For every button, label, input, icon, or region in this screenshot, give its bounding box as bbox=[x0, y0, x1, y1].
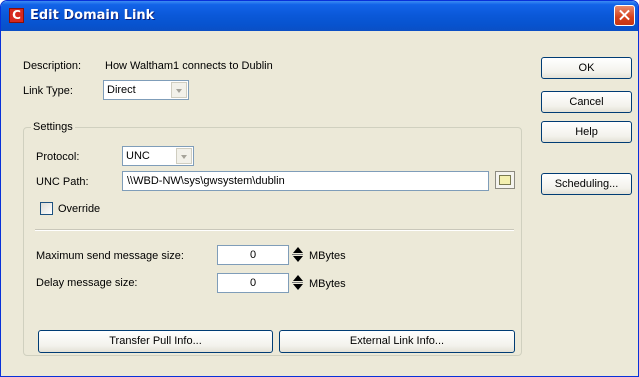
title-bar[interactable]: C Edit Domain Link bbox=[1, 1, 638, 31]
edit-domain-link-dialog: C Edit Domain Link Description: How Walt… bbox=[0, 0, 639, 377]
description-value: How Waltham1 connects to Dublin bbox=[105, 60, 273, 72]
close-button[interactable] bbox=[614, 5, 635, 26]
protocol-select[interactable]: UNC bbox=[122, 146, 194, 166]
link-type-label: Link Type: bbox=[23, 85, 73, 97]
spin-up-icon[interactable] bbox=[293, 247, 303, 253]
link-type-select[interactable]: Direct bbox=[103, 80, 189, 100]
override-checkbox[interactable] bbox=[40, 202, 53, 215]
settings-group bbox=[23, 127, 522, 356]
spin-down-icon[interactable] bbox=[293, 256, 303, 262]
help-button[interactable]: Help bbox=[541, 121, 632, 143]
external-link-info-button[interactable]: External Link Info... bbox=[279, 330, 515, 353]
max-send-size-input[interactable]: 0 bbox=[217, 245, 289, 265]
folder-browse-icon bbox=[499, 175, 511, 185]
app-icon: C bbox=[9, 8, 24, 23]
link-type-value: Direct bbox=[107, 84, 136, 96]
override-label: Override bbox=[58, 203, 101, 215]
scheduling-button[interactable]: Scheduling... bbox=[541, 173, 632, 195]
protocol-label: Protocol: bbox=[36, 151, 80, 163]
protocol-value: UNC bbox=[126, 150, 150, 162]
description-label: Description: bbox=[23, 60, 82, 72]
transfer-pull-info-button[interactable]: Transfer Pull Info... bbox=[38, 330, 273, 353]
delay-size-unit: MBytes bbox=[309, 278, 346, 290]
max-send-size-value: 0 bbox=[249, 249, 257, 261]
max-send-size-spinner[interactable] bbox=[292, 245, 304, 265]
max-send-size-unit: MBytes bbox=[309, 250, 346, 262]
unc-path-label: UNC Path: bbox=[36, 176, 89, 188]
delay-size-input[interactable]: 0 bbox=[217, 273, 289, 293]
ok-button[interactable]: OK bbox=[541, 57, 632, 79]
unc-path-input[interactable]: \\WBD-NW\sys\gwsystem\dublin bbox=[122, 171, 489, 191]
chevron-down-icon[interactable] bbox=[171, 82, 187, 98]
delay-size-spinner[interactable] bbox=[292, 273, 304, 293]
unc-path-value: \\WBD-NW\sys\gwsystem\dublin bbox=[127, 175, 285, 187]
settings-divider bbox=[35, 229, 514, 231]
spin-up-icon[interactable] bbox=[293, 275, 303, 281]
spin-down-icon[interactable] bbox=[293, 284, 303, 290]
delay-size-value: 0 bbox=[249, 277, 257, 289]
cancel-button[interactable]: Cancel bbox=[541, 91, 632, 113]
delay-size-label: Delay message size: bbox=[36, 277, 138, 289]
browse-button[interactable] bbox=[495, 171, 515, 189]
chevron-down-icon[interactable] bbox=[176, 148, 192, 164]
settings-group-label: Settings bbox=[31, 120, 75, 134]
window-title: Edit Domain Link bbox=[30, 8, 155, 23]
max-send-size-label: Maximum send message size: bbox=[36, 250, 184, 262]
